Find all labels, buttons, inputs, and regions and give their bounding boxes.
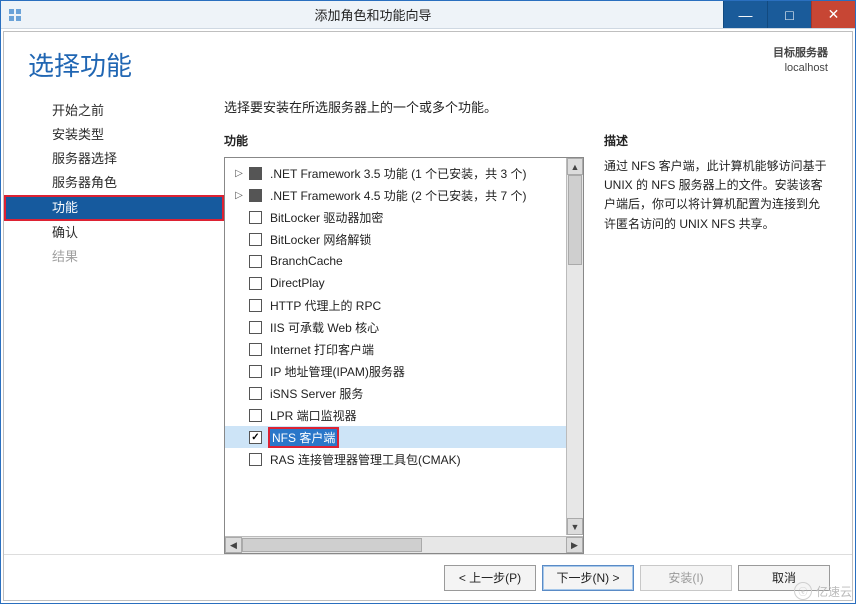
feature-label: iSNS Server 服务 bbox=[268, 385, 365, 402]
feature-row-lpr[interactable]: LPR 端口监视器 bbox=[225, 404, 583, 426]
feature-label: DirectPlay bbox=[268, 276, 327, 290]
checkbox[interactable] bbox=[249, 233, 262, 246]
feature-row-bitlocker-net[interactable]: BitLocker 网络解锁 bbox=[225, 228, 583, 250]
features-column: 功能 ▷ .NET Framework 3.5 功能 (1 个已安装，共 3 个)… bbox=[224, 132, 584, 554]
feature-row-internet-print[interactable]: Internet 打印客户端 bbox=[225, 338, 583, 360]
minimize-button[interactable]: — bbox=[723, 1, 767, 28]
feature-row-nfs-client[interactable]: NFS 客户端 bbox=[225, 426, 583, 448]
checkbox[interactable] bbox=[249, 255, 262, 268]
page-title: 选择功能 bbox=[28, 46, 132, 83]
feature-label: BranchCache bbox=[268, 254, 345, 268]
feature-label: BitLocker 驱动器加密 bbox=[268, 209, 385, 226]
target-server-value: localhost bbox=[773, 61, 828, 76]
checkbox[interactable] bbox=[249, 387, 262, 400]
checkbox[interactable] bbox=[249, 299, 262, 312]
content-frame: 选择功能 目标服务器 localhost 开始之前 安装类型 服务器选择 服务器… bbox=[3, 31, 853, 601]
checkbox[interactable] bbox=[249, 343, 262, 356]
checkbox[interactable] bbox=[249, 409, 262, 422]
checkbox[interactable] bbox=[249, 365, 262, 378]
window-title: 添加角色和功能向导 bbox=[23, 5, 723, 24]
feature-row-ipam[interactable]: IP 地址管理(IPAM)服务器 bbox=[225, 360, 583, 382]
checkbox[interactable] bbox=[249, 277, 262, 290]
title-bar: 添加角色和功能向导 — □ ✕ bbox=[1, 1, 855, 29]
feature-row-bitlocker[interactable]: BitLocker 驱动器加密 bbox=[225, 206, 583, 228]
sidebar-item-install-type[interactable]: 安装类型 bbox=[4, 123, 224, 147]
feature-label: IIS 可承载 Web 核心 bbox=[268, 319, 381, 336]
columns: 功能 ▷ .NET Framework 3.5 功能 (1 个已安装，共 3 个)… bbox=[224, 132, 828, 554]
feature-label: NFS 客户端 bbox=[268, 427, 339, 448]
header-area: 选择功能 目标服务器 localhost bbox=[4, 32, 852, 83]
feature-label: .NET Framework 4.5 功能 (2 个已安装，共 7 个) bbox=[268, 187, 528, 204]
expander-icon[interactable]: ▷ bbox=[233, 168, 245, 179]
checkbox[interactable] bbox=[249, 453, 262, 466]
app-icon bbox=[7, 7, 23, 23]
checkbox-partial[interactable] bbox=[249, 167, 262, 180]
sidebar-item-before-you-begin[interactable]: 开始之前 bbox=[4, 99, 224, 123]
description-label: 描述 bbox=[604, 132, 828, 149]
checkbox-checked[interactable] bbox=[249, 431, 262, 444]
window-controls: — □ ✕ bbox=[723, 1, 855, 28]
feature-row-net45[interactable]: ▷ .NET Framework 4.5 功能 (2 个已安装，共 7 个) bbox=[225, 184, 583, 206]
next-button[interactable]: 下一步(N) > bbox=[542, 565, 634, 591]
target-server-label: 目标服务器 bbox=[773, 46, 828, 61]
wizard-window: 添加角色和功能向导 — □ ✕ 选择功能 目标服务器 localhost 开始之… bbox=[0, 0, 856, 604]
install-button: 安装(I) bbox=[640, 565, 732, 591]
checkbox[interactable] bbox=[249, 211, 262, 224]
feature-row-branchcache[interactable]: BranchCache bbox=[225, 250, 583, 272]
features-scroll-area: ▷ .NET Framework 3.5 功能 (1 个已安装，共 3 个) ▷.… bbox=[225, 158, 583, 536]
vertical-scrollbar[interactable]: ▲ ▼ bbox=[566, 158, 583, 535]
features-tree: ▷ .NET Framework 3.5 功能 (1 个已安装，共 3 个) ▷.… bbox=[224, 157, 584, 554]
sidebar-item-server-roles[interactable]: 服务器角色 bbox=[4, 171, 224, 195]
description-column: 描述 通过 NFS 客户端，此计算机能够访问基于 UNIX 的 NFS 服务器上… bbox=[604, 132, 828, 554]
footer-buttons: < 上一步(P) 下一步(N) > 安装(I) 取消 bbox=[4, 554, 852, 600]
checkbox-partial[interactable] bbox=[249, 189, 262, 202]
wizard-sidebar: 开始之前 安装类型 服务器选择 服务器角色 功能 确认 结果 bbox=[4, 97, 224, 554]
scroll-right-button[interactable]: ▶ bbox=[566, 537, 583, 553]
feature-label: LPR 端口监视器 bbox=[268, 407, 359, 424]
instruction-text: 选择要安装在所选服务器上的一个或多个功能。 bbox=[224, 97, 828, 116]
feature-row-directplay[interactable]: DirectPlay bbox=[225, 272, 583, 294]
horizontal-scrollbar[interactable]: ◀ ▶ bbox=[225, 536, 583, 553]
scroll-down-button[interactable]: ▼ bbox=[567, 518, 583, 535]
target-server-box: 目标服务器 localhost bbox=[773, 46, 828, 77]
feature-row-iis-hostable[interactable]: IIS 可承载 Web 核心 bbox=[225, 316, 583, 338]
main-row: 开始之前 安装类型 服务器选择 服务器角色 功能 确认 结果 选择要安装在所选服… bbox=[4, 83, 852, 554]
feature-row-isns[interactable]: iSNS Server 服务 bbox=[225, 382, 583, 404]
sidebar-item-server-selection[interactable]: 服务器选择 bbox=[4, 147, 224, 171]
hscroll-thumb[interactable] bbox=[242, 538, 422, 552]
expander-icon[interactable]: ▷ bbox=[233, 190, 245, 201]
main-panel: 选择要安装在所选服务器上的一个或多个功能。 功能 ▷ .NET Framework… bbox=[224, 97, 828, 554]
cancel-button[interactable]: 取消 bbox=[738, 565, 830, 591]
feature-label: RAS 连接管理器管理工具包(CMAK) bbox=[268, 451, 463, 468]
feature-label: HTTP 代理上的 RPC bbox=[268, 297, 383, 314]
description-text: 通过 NFS 客户端，此计算机能够访问基于 UNIX 的 NFS 服务器上的文件… bbox=[604, 157, 828, 234]
sidebar-item-features[interactable]: 功能 bbox=[4, 195, 224, 221]
feature-label: BitLocker 网络解锁 bbox=[268, 231, 373, 248]
maximize-button[interactable]: □ bbox=[767, 1, 811, 28]
feature-row-net35[interactable]: ▷ .NET Framework 3.5 功能 (1 个已安装，共 3 个) bbox=[225, 162, 583, 184]
sidebar-item-results: 结果 bbox=[4, 245, 224, 269]
scroll-thumb[interactable] bbox=[568, 175, 582, 265]
checkbox[interactable] bbox=[249, 321, 262, 334]
feature-label: Internet 打印客户端 bbox=[268, 341, 376, 358]
previous-button[interactable]: < 上一步(P) bbox=[444, 565, 536, 591]
scroll-left-button[interactable]: ◀ bbox=[225, 537, 242, 553]
feature-row-rpc-http[interactable]: HTTP 代理上的 RPC bbox=[225, 294, 583, 316]
feature-row-ras-cmak[interactable]: RAS 连接管理器管理工具包(CMAK) bbox=[225, 448, 583, 470]
feature-label: IP 地址管理(IPAM)服务器 bbox=[268, 363, 407, 380]
feature-label: .NET Framework 3.5 功能 (1 个已安装，共 3 个) bbox=[268, 165, 528, 182]
scroll-up-button[interactable]: ▲ bbox=[567, 158, 583, 175]
close-button[interactable]: ✕ bbox=[811, 1, 855, 28]
sidebar-item-confirm[interactable]: 确认 bbox=[4, 221, 224, 245]
features-label: 功能 bbox=[224, 132, 584, 149]
